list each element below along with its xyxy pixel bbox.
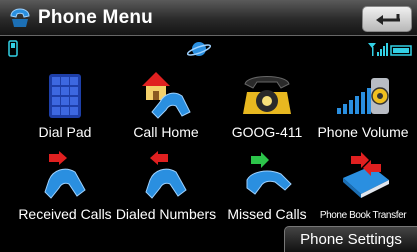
volume-speaker-icon xyxy=(337,78,389,114)
call-home-icon xyxy=(142,72,191,119)
menu-item-dial-pad[interactable]: Dial Pad xyxy=(15,68,115,160)
missed-calls-icon xyxy=(246,152,292,195)
rotary-phone-icon xyxy=(243,76,291,114)
title-bar: Phone Menu xyxy=(0,0,417,36)
phone-device-icon xyxy=(8,40,18,57)
status-bar xyxy=(0,37,417,61)
menu-item-label: Phone Volume xyxy=(317,124,409,140)
received-calls-icon xyxy=(44,151,86,199)
back-button[interactable] xyxy=(362,6,412,32)
menu-item-label: Phone Book Transfer xyxy=(319,210,407,221)
menu-item-label: Received Calls xyxy=(18,206,112,222)
dial-pad-icon xyxy=(49,74,81,118)
phone-settings-button[interactable]: Phone Settings xyxy=(284,226,417,252)
menu-item-label: Dialed Numbers xyxy=(115,206,217,222)
menu-item-phone-volume[interactable]: Phone Volume xyxy=(313,68,413,160)
signal-battery-icon xyxy=(368,43,412,56)
phone-handset-icon xyxy=(10,8,30,27)
menu-item-dialed-numbers[interactable]: Dialed Numbers xyxy=(116,150,216,242)
menu-item-label: Call Home xyxy=(133,124,199,140)
page-title: Phone Menu xyxy=(38,7,153,28)
menu-item-call-home[interactable]: Call Home xyxy=(116,68,216,160)
phone-book-transfer-icon xyxy=(343,152,389,198)
return-arrow-icon xyxy=(376,14,400,25)
bluetooth-connection-icon xyxy=(186,42,212,56)
menu-item-received-calls[interactable]: Received Calls xyxy=(15,150,115,242)
menu-item-goog-411[interactable]: GOOG-411 xyxy=(217,68,317,160)
menu-item-label: Dial Pad xyxy=(38,124,92,140)
dialed-numbers-icon xyxy=(145,151,187,199)
